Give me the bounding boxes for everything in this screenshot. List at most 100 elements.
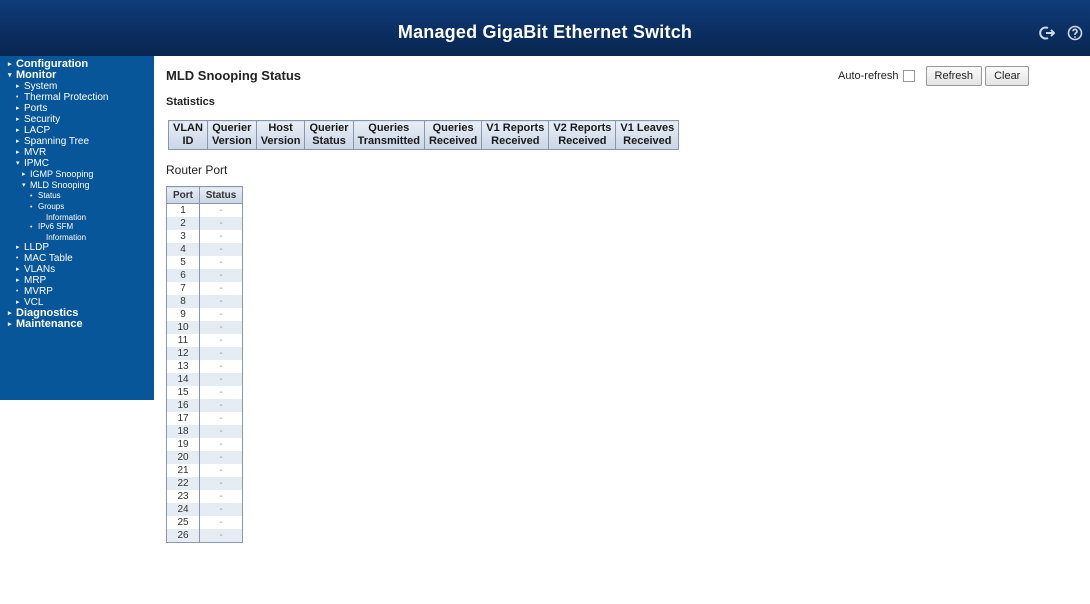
port-number-cell: 5 — [166, 256, 200, 269]
help-icon[interactable] — [1066, 24, 1084, 42]
sidebar-item-lldp[interactable]: ▸ LLDP — [0, 242, 154, 253]
statistics-column-header: V2 Reports Received — [548, 120, 617, 150]
statistics-column-header: Host Version — [255, 120, 306, 150]
sidebar-item-monitor[interactable]: ▾ Monitor — [0, 70, 154, 81]
collapsed-arrow-icon: ▸ — [16, 116, 20, 123]
column-header-line: V1 Leaves — [620, 122, 675, 134]
collapsed-arrow-icon: ▸ — [16, 266, 20, 273]
port-status-cell: - — [199, 373, 243, 386]
port-number-cell: 14 — [166, 373, 200, 386]
sidebar-item-lacp[interactable]: ▸ LACP — [0, 125, 154, 136]
column-header-line: ID — [182, 135, 194, 147]
sidebar-item-label: MVR — [24, 147, 47, 158]
sidebar-item-status[interactable]: • Status — [0, 191, 154, 202]
table-row: 5- — [166, 256, 243, 269]
sidebar-item-mrp[interactable]: ▸ MRP — [0, 275, 154, 286]
port-status-cell: - — [199, 295, 243, 308]
sidebar-item-label: Status — [38, 191, 61, 200]
column-header-line: Querier — [212, 122, 252, 134]
table-row: 20- — [166, 451, 243, 464]
port-status-cell: - — [199, 334, 243, 347]
port-status-cell: - — [199, 399, 243, 412]
port-number-cell: 21 — [166, 464, 200, 477]
sidebar-item-thermal-protection[interactable]: • Thermal Protection — [0, 92, 154, 103]
collapsed-arrow-icon: ▸ — [16, 105, 20, 112]
status-column-header: Status — [199, 186, 243, 204]
sidebar-item-spanning-tree[interactable]: ▸ Spanning Tree — [0, 136, 154, 147]
refresh-button[interactable]: Refresh — [925, 66, 983, 86]
sidebar-item-label: MAC Table — [24, 253, 73, 264]
clear-button[interactable]: Clear — [985, 66, 1030, 86]
banner-title: Managed GigaBit Ethernet Switch — [397, 22, 693, 42]
sidebar-item-igmp-snooping[interactable]: ▸ IGMP Snooping — [0, 169, 154, 180]
sidebar-item-label: LLDP — [24, 242, 50, 253]
sidebar-item-label: MRP — [24, 275, 47, 286]
port-status-cell: - — [199, 438, 243, 451]
column-header-line: Received — [623, 135, 672, 147]
port-status-cell: - — [199, 321, 243, 334]
sidebar-item-label: System — [24, 81, 58, 92]
sidebar-item-label: Maintenance — [16, 318, 83, 330]
port-status-cell: - — [199, 503, 243, 516]
bullet-icon: • — [16, 94, 19, 101]
collapsed-arrow-icon: ▸ — [8, 61, 12, 68]
sidebar-item-label: LACP — [24, 125, 51, 136]
refresh-controls: Auto-refresh Refresh Clear — [838, 66, 1030, 86]
sidebar-item-security[interactable]: ▸ Security — [0, 114, 154, 125]
collapsed-arrow-icon: ▸ — [8, 310, 12, 317]
sidebar-item-mvrp[interactable]: • MVRP — [0, 286, 154, 297]
port-number-cell: 2 — [166, 217, 200, 230]
port-number-cell: 22 — [166, 477, 200, 490]
column-header-line: VLAN — [173, 122, 203, 134]
sidebar-item-label: MVRP — [24, 286, 53, 297]
port-status-cell: - — [199, 412, 243, 425]
table-row: 24- — [166, 503, 243, 516]
statistics-column-header: V1 Leaves Received — [615, 120, 680, 150]
sidebar-item-label: Security — [24, 114, 61, 125]
port-status-cell: - — [199, 386, 243, 399]
sidebar-item-maintenance[interactable]: ▸ Maintenance — [0, 319, 154, 330]
sidebar-item-system[interactable]: ▸ System — [0, 81, 154, 92]
table-row: 15- — [166, 386, 243, 399]
table-row: 16- — [166, 399, 243, 412]
table-row: 8- — [166, 295, 243, 308]
column-header-line: Host — [268, 122, 293, 134]
port-number-cell: 6 — [166, 269, 200, 282]
port-status-cell: - — [199, 269, 243, 282]
port-number-cell: 13 — [166, 360, 200, 373]
auto-refresh-label: Auto-refresh — [838, 70, 899, 82]
statistics-heading: Statistics — [166, 96, 215, 108]
sidebar-item-label: IPv6 SFM — [38, 222, 74, 231]
column-header-line: Querier — [309, 122, 349, 134]
sidebar-item-groups[interactable]: • Groups — [0, 202, 154, 213]
port-number-cell: 8 — [166, 295, 200, 308]
table-row: 23- — [166, 490, 243, 503]
sidebar-item-information[interactable]: Information — [0, 233, 154, 242]
sidebar-item-label: Ports — [24, 103, 48, 114]
sidebar-item-vlans[interactable]: ▸ VLANs — [0, 264, 154, 275]
port-number-cell: 11 — [166, 334, 200, 347]
statistics-column-header: Queries Received — [423, 120, 483, 150]
sidebar-item-mac-table[interactable]: • MAC Table — [0, 253, 154, 264]
sidebar-item-ports[interactable]: ▸ Ports — [0, 103, 154, 114]
sidebar-item-label: Information — [46, 213, 87, 222]
expanded-arrow-icon: ▾ — [22, 182, 26, 189]
port-number-cell: 25 — [166, 516, 200, 529]
column-header-line: Received — [558, 135, 607, 147]
table-row: 4- — [166, 243, 243, 256]
statistics-table: VLAN ID Querier Version Host Version Querier St… — [168, 120, 680, 150]
port-number-cell: 26 — [166, 529, 200, 543]
table-row: 13- — [166, 360, 243, 373]
table-row: 12- — [166, 347, 243, 360]
table-row: 22- — [166, 477, 243, 490]
sidebar-item-mld-snooping[interactable]: ▾ MLD Snooping — [0, 180, 154, 191]
sidebar-item-information[interactable]: Information — [0, 213, 154, 222]
logout-icon[interactable] — [1038, 24, 1056, 42]
sidebar-item-ipmc[interactable]: ▾ IPMC — [0, 158, 154, 169]
sidebar-item-ipv6-sfm[interactable]: • IPv6 SFM — [0, 222, 154, 233]
port-number-cell: 23 — [166, 490, 200, 503]
sidebar-item-mvr[interactable]: ▸ MVR — [0, 147, 154, 158]
auto-refresh-checkbox[interactable] — [902, 70, 915, 82]
table-row: 9- — [166, 308, 243, 321]
column-header-line: Version — [260, 135, 301, 147]
